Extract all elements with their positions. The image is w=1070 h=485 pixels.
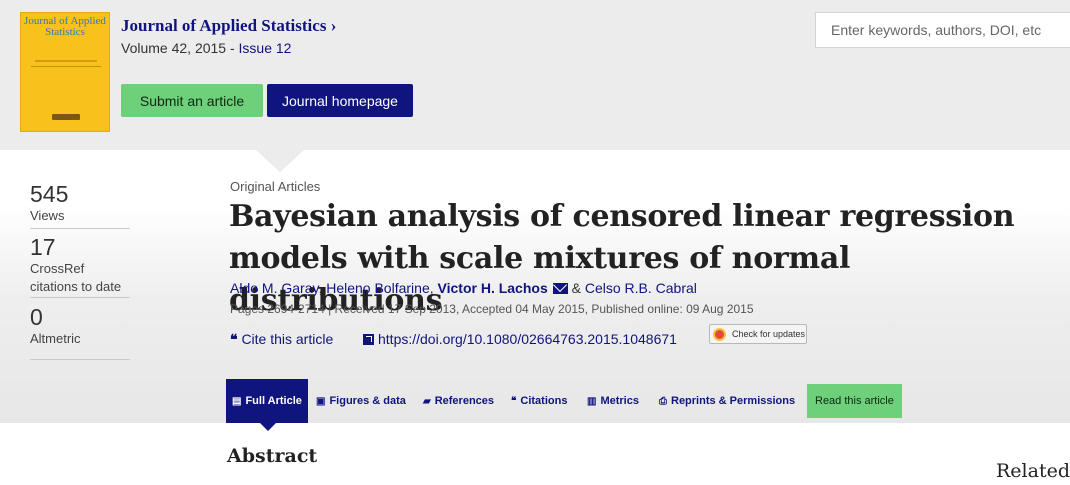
metric-crossref[interactable]: 17 CrossRef citations to date <box>30 234 130 298</box>
journal-title-link[interactable]: Journal of Applied Statistics › <box>121 16 336 36</box>
cover-decoration <box>31 66 101 67</box>
related-heading: Related <box>996 460 1070 482</box>
volume-issue-line: Volume 42, 2015 - Issue 12 <box>121 40 291 56</box>
read-this-article-button[interactable]: Read this article <box>807 384 902 418</box>
tab-reprints-permissions[interactable]: ⎙ Reprints & Permissions <box>659 379 795 423</box>
search-input[interactable] <box>815 12 1070 48</box>
document-icon: ▤ <box>232 395 242 407</box>
metric-label: Views <box>30 208 65 223</box>
header-notch <box>256 150 304 172</box>
quote-icon: ❝ <box>230 332 238 348</box>
tab-label: Full Article <box>245 395 302 407</box>
check-updates-label: Check for updates <box>732 329 806 339</box>
journal-homepage-button[interactable]: Journal homepage <box>267 84 413 117</box>
content-area <box>0 423 1070 485</box>
journal-cover-image[interactable]: Journal of Applied Statistics <box>20 12 110 132</box>
metric-altmetric[interactable]: 0 Altmetric <box>30 304 130 360</box>
tab-figures-data[interactable]: ▣ Figures & data <box>316 379 406 423</box>
check-for-updates-button[interactable]: Check for updates <box>709 324 807 344</box>
tab-references[interactable]: ▰ References <box>423 379 494 423</box>
author-link[interactable]: Heleno Bolfarine <box>326 280 430 296</box>
doi-text: https://doi.org/10.1080/02664763.2015.10… <box>378 331 677 347</box>
metric-value: 0 <box>30 304 43 330</box>
author-separator: , <box>429 280 438 296</box>
image-icon: ▣ <box>316 395 326 407</box>
quote-icon: ❝ <box>511 395 517 407</box>
tab-label: Citations <box>520 395 568 407</box>
tab-label: References <box>434 395 495 407</box>
doi-link[interactable]: https://doi.org/10.1080/02664763.2015.10… <box>363 331 677 347</box>
tab-label: Reprints & Permissions <box>671 395 796 407</box>
metric-value: 545 <box>30 181 69 207</box>
volume-separator: - <box>226 40 239 56</box>
metric-label: CrossRef citations to date <box>30 261 122 294</box>
tab-citations[interactable]: ❝ Citations <box>511 379 567 423</box>
tab-full-article[interactable]: ▤ Full Article <box>226 379 308 431</box>
abstract-heading: Abstract <box>227 445 318 467</box>
author-list: Aldo M. Garay, Heleno Bolfarine, Victor … <box>230 280 697 296</box>
print-icon: ⎙ <box>659 395 667 407</box>
cite-article-link[interactable]: ❝ Cite this article <box>230 331 333 348</box>
bar-chart-icon: ▥ <box>587 395 597 407</box>
author-link[interactable]: Celso R.B. Cabral <box>585 280 697 296</box>
external-link-icon <box>363 334 374 345</box>
author-link[interactable]: Aldo M. Garay <box>230 280 318 296</box>
tab-metrics[interactable]: ▥ Metrics <box>587 379 639 423</box>
publisher-logo <box>52 114 80 120</box>
cover-decoration <box>35 60 97 62</box>
tab-label: Read this article <box>815 395 894 407</box>
book-icon: ▰ <box>423 395 431 407</box>
submit-article-button[interactable]: Submit an article <box>121 84 263 117</box>
tab-label: Figures & data <box>329 395 406 407</box>
metric-views: 545 Views <box>30 181 130 229</box>
author-separator: & <box>567 280 585 296</box>
tab-label: Metrics <box>600 395 639 407</box>
corresponding-author-link[interactable]: Victor H. Lachos <box>438 280 548 296</box>
volume-text: Volume 42, 2015 <box>121 40 227 56</box>
crossmark-icon <box>713 327 726 341</box>
cite-label: Cite this article <box>241 331 334 347</box>
publication-info: Pages 2694-2714 | Received 17 Sep 2013, … <box>230 302 754 316</box>
article-type: Original Articles <box>230 179 321 194</box>
cover-title: Journal of Applied Statistics <box>24 15 106 38</box>
metric-label: Altmetric <box>30 331 81 346</box>
metric-value: 17 <box>30 234 56 260</box>
email-icon[interactable] <box>552 283 568 294</box>
issue-link[interactable]: Issue 12 <box>239 40 292 56</box>
